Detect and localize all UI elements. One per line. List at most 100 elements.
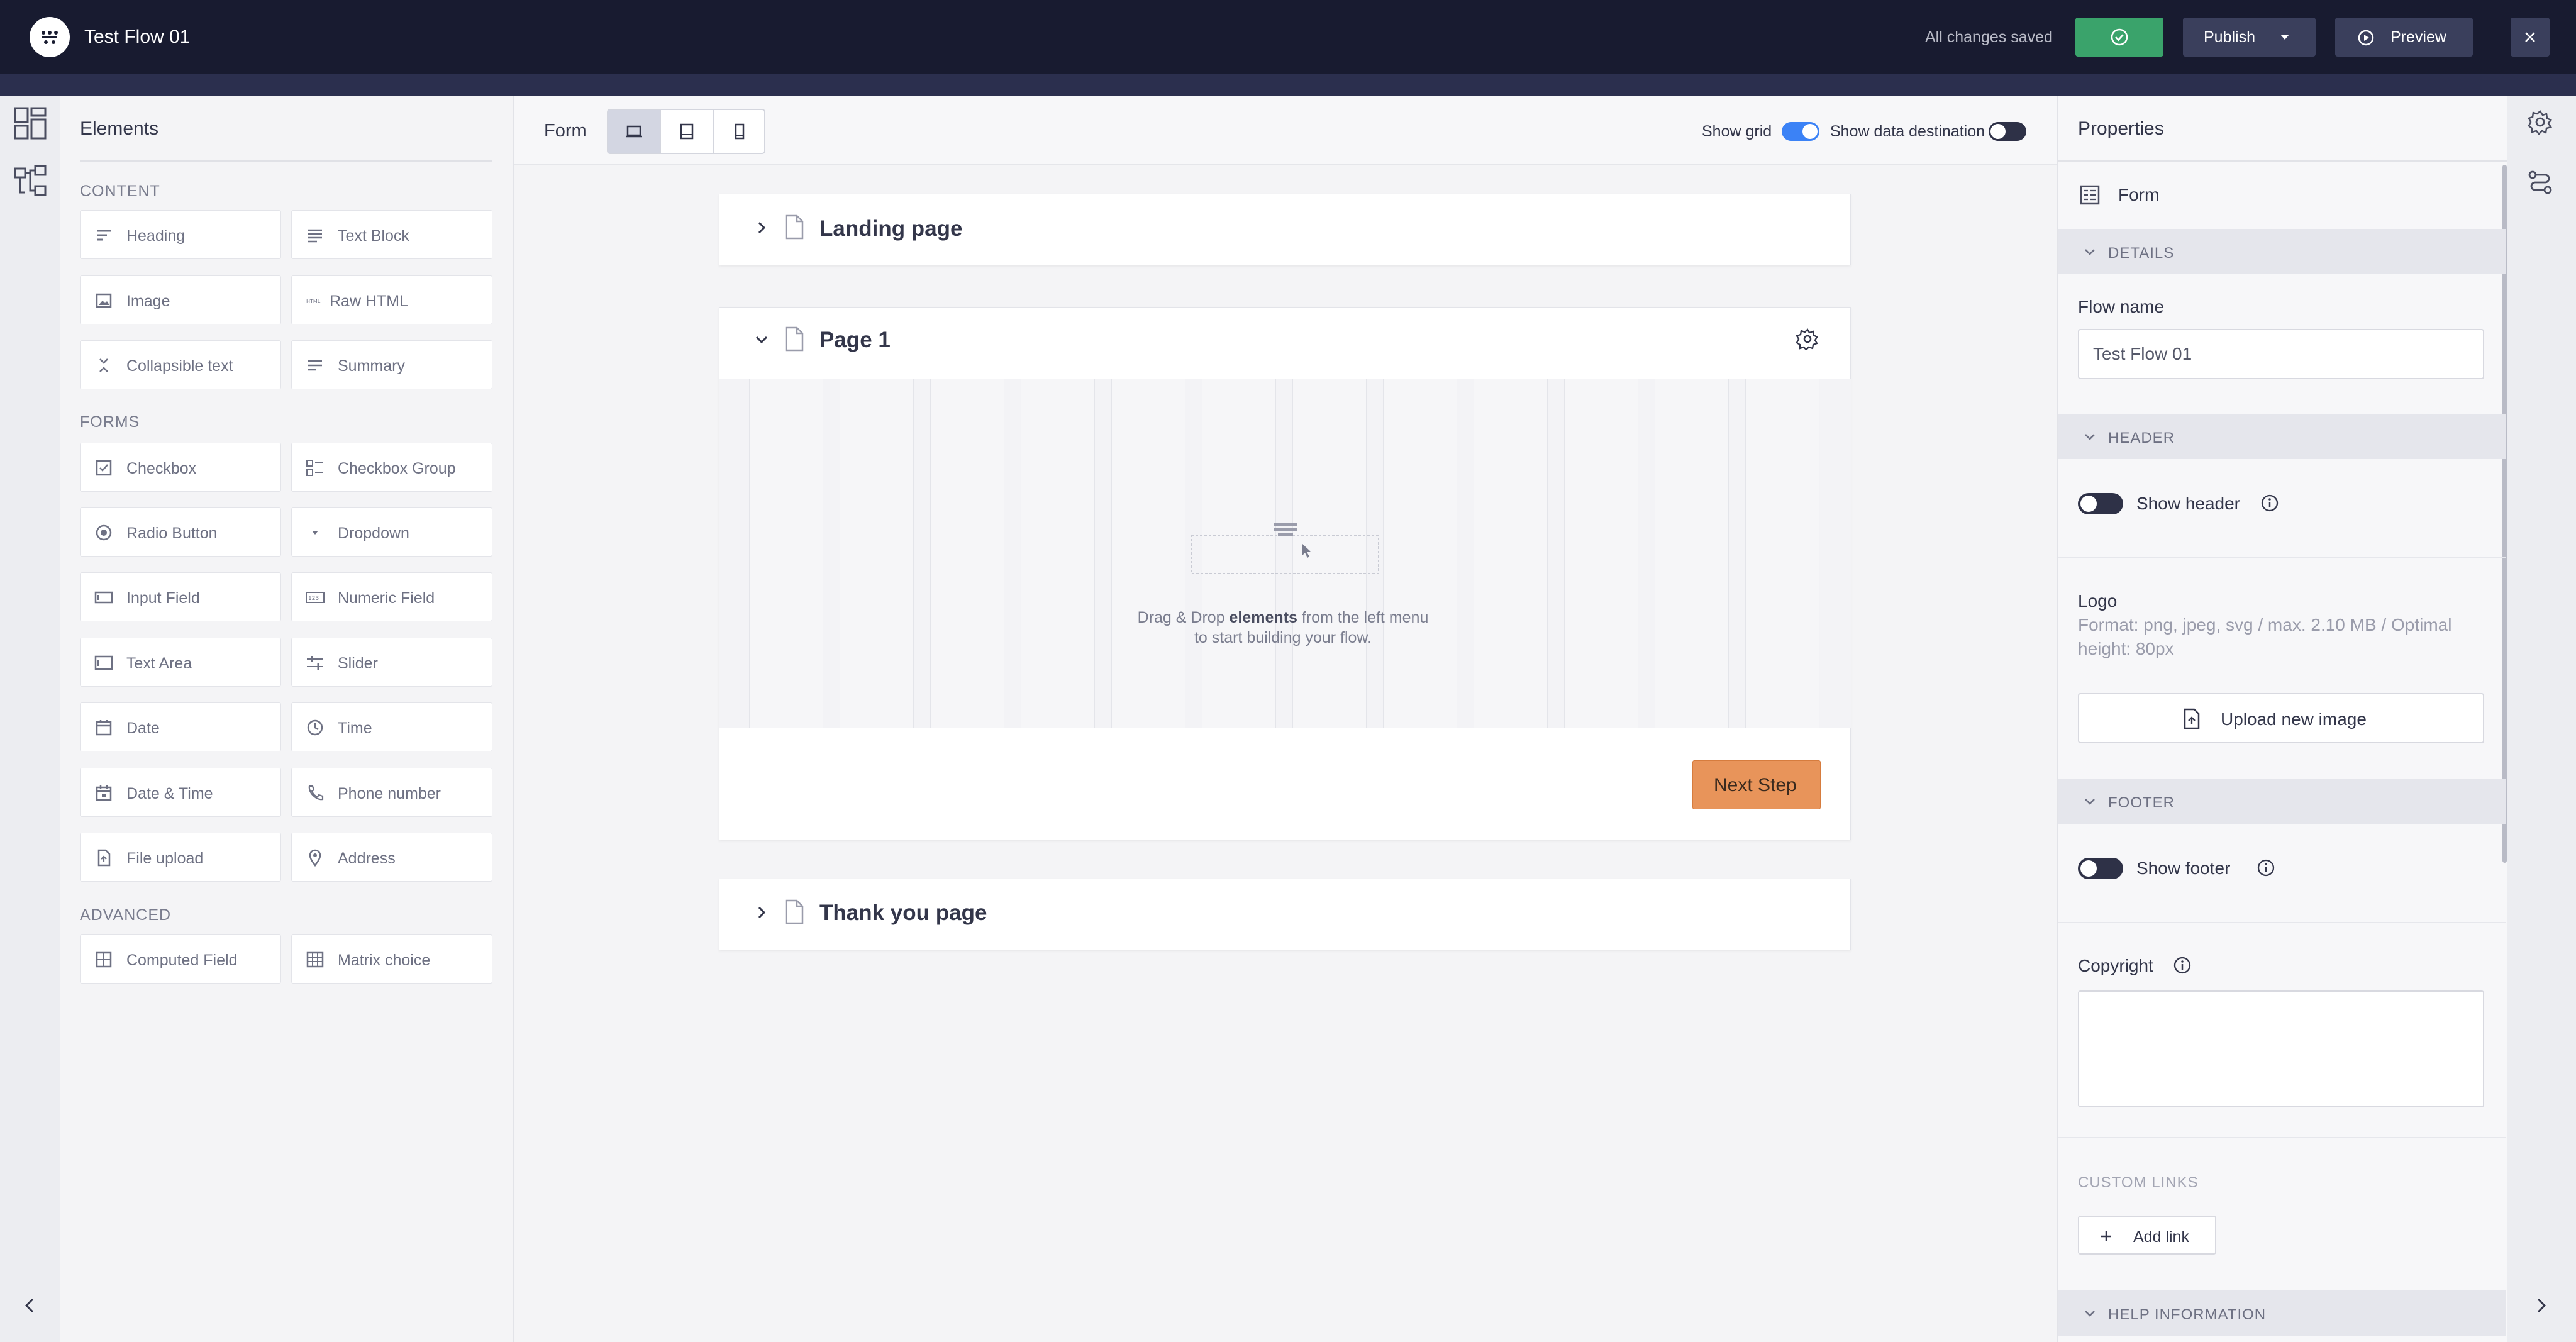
preview-button[interactable]: Preview: [2335, 18, 2473, 57]
element-numeric-field[interactable]: 123 Numeric Field: [291, 572, 492, 621]
html-icon: HTML: [306, 299, 321, 304]
upload-image-button[interactable]: Upload new image: [2078, 693, 2484, 743]
element-label: Phone number: [338, 785, 441, 802]
element-label: Computed Field: [126, 951, 238, 969]
chevron-right-icon[interactable]: [2531, 1295, 2551, 1316]
file-upload-icon: [97, 849, 111, 867]
element-raw-html[interactable]: HTML Raw HTML: [291, 275, 492, 324]
divider: [2058, 1137, 2506, 1138]
table-icon: [306, 951, 324, 968]
calendar-clock-icon: [96, 785, 112, 801]
checkbox-group-icon: [306, 460, 323, 476]
element-collapsible-text[interactable]: Collapsible text: [80, 340, 281, 389]
section-label: FOOTER: [2108, 794, 2175, 811]
mobile-view-button[interactable]: [714, 110, 765, 153]
show-data-destination-label: Show data destination: [1830, 123, 1985, 140]
help-information-section-header[interactable]: HELP INFORMATION: [2058, 1290, 2506, 1336]
close-button[interactable]: [2511, 18, 2550, 57]
gear-icon[interactable]: [1796, 328, 1819, 350]
details-section-header[interactable]: DETAILS: [2058, 229, 2506, 274]
section-label-content: CONTENT: [80, 182, 160, 200]
header-section-header[interactable]: HEADER: [2058, 414, 2506, 459]
element-address[interactable]: Address: [291, 833, 492, 882]
divider: [2058, 557, 2506, 558]
route-icon[interactable]: [2528, 170, 2553, 195]
element-heading[interactable]: Heading: [80, 210, 281, 259]
page-icon: [785, 326, 804, 352]
element-slider[interactable]: Slider: [291, 638, 492, 687]
collapse-icon: [99, 358, 108, 372]
left-rail: [0, 96, 60, 1342]
tree-icon[interactable]: [14, 165, 47, 197]
element-phone-number[interactable]: Phone number: [291, 768, 492, 817]
section-label: HEADER: [2108, 430, 2175, 446]
copyright-label: Copyright: [2078, 956, 2153, 975]
element-time[interactable]: Time: [291, 702, 492, 751]
page-icon: [785, 214, 804, 240]
save-button[interactable]: [2075, 18, 2163, 57]
gear-icon[interactable]: [2528, 109, 2553, 135]
show-footer-toggle[interactable]: [2078, 858, 2123, 879]
section-label-forms: FORMS: [80, 413, 140, 431]
summary-icon: [308, 360, 322, 371]
info-icon[interactable]: [2257, 858, 2275, 877]
heading-icon: [97, 230, 111, 241]
numeric-field-icon: 123: [306, 592, 325, 603]
element-label: Input Field: [126, 589, 200, 607]
element-image[interactable]: Image: [80, 275, 281, 324]
image-icon: [96, 293, 112, 308]
add-link-button[interactable]: Add link: [2078, 1216, 2216, 1255]
divider: [80, 160, 492, 162]
logo-format-hint: Format: png, jpeg, svg / max. 2.10 MB / …: [2078, 615, 2452, 658]
show-header-toggle[interactable]: [2078, 493, 2123, 514]
element-matrix-choice[interactable]: Matrix choice: [291, 934, 492, 984]
phone-icon: [308, 785, 324, 801]
input-field-icon: [94, 591, 113, 604]
chevron-right-icon[interactable]: [753, 219, 770, 236]
element-summary[interactable]: Summary: [291, 340, 492, 389]
page-title: Page 1: [819, 328, 891, 352]
canvas-form-label: Form: [544, 121, 587, 141]
element-date-time[interactable]: Date & Time: [80, 768, 281, 817]
layout-grid-icon[interactable]: [14, 107, 47, 140]
info-icon[interactable]: [2173, 956, 2192, 975]
tablet-icon: [680, 123, 694, 140]
checkbox-icon: [96, 460, 112, 476]
grid-column: [840, 379, 914, 728]
element-checkbox[interactable]: Checkbox: [80, 443, 281, 492]
element-checkbox-group[interactable]: Checkbox Group: [291, 443, 492, 492]
element-text-area[interactable]: Text Area: [80, 638, 281, 687]
close-icon: [2525, 32, 2535, 42]
element-text-block[interactable]: Text Block: [291, 210, 492, 259]
flow-logo-icon[interactable]: [30, 17, 70, 57]
chevron-down-icon[interactable]: [753, 331, 770, 348]
save-status: All changes saved: [1925, 28, 2053, 46]
element-radio-button[interactable]: Radio Button: [80, 507, 281, 557]
footer-section-header[interactable]: FOOTER: [2058, 779, 2506, 824]
tablet-view-button[interactable]: [661, 110, 713, 153]
plus-icon: [2101, 1231, 2111, 1241]
info-icon[interactable]: [2260, 494, 2279, 513]
caret-down-icon: [2280, 35, 2289, 40]
show-data-destination-toggle[interactable]: [1989, 122, 2026, 141]
element-dropdown[interactable]: Dropdown: [291, 507, 492, 557]
element-input-field[interactable]: Input Field: [80, 572, 281, 621]
calendar-icon: [96, 720, 112, 736]
toggle-knob: [1990, 124, 2006, 139]
form-icon: [2080, 185, 2100, 205]
publish-button[interactable]: Publish: [2183, 18, 2316, 57]
chevron-left-icon[interactable]: [20, 1295, 40, 1316]
divider: [2058, 160, 2507, 162]
desktop-view-button[interactable]: [608, 110, 660, 153]
desktop-icon: [626, 125, 642, 138]
element-computed-field[interactable]: Computed Field: [80, 934, 281, 984]
chevron-right-icon[interactable]: [753, 904, 770, 921]
element-file-upload[interactable]: File upload: [80, 833, 281, 882]
flow-name-input[interactable]: [2078, 329, 2484, 379]
element-date[interactable]: Date: [80, 702, 281, 751]
next-step-button[interactable]: Next Step: [1692, 760, 1821, 809]
page-title: Landing page: [819, 216, 963, 241]
show-grid-toggle[interactable]: [1782, 122, 1819, 141]
copyright-textarea[interactable]: [2078, 990, 2484, 1107]
section-label: HELP INFORMATION: [2108, 1306, 2267, 1323]
